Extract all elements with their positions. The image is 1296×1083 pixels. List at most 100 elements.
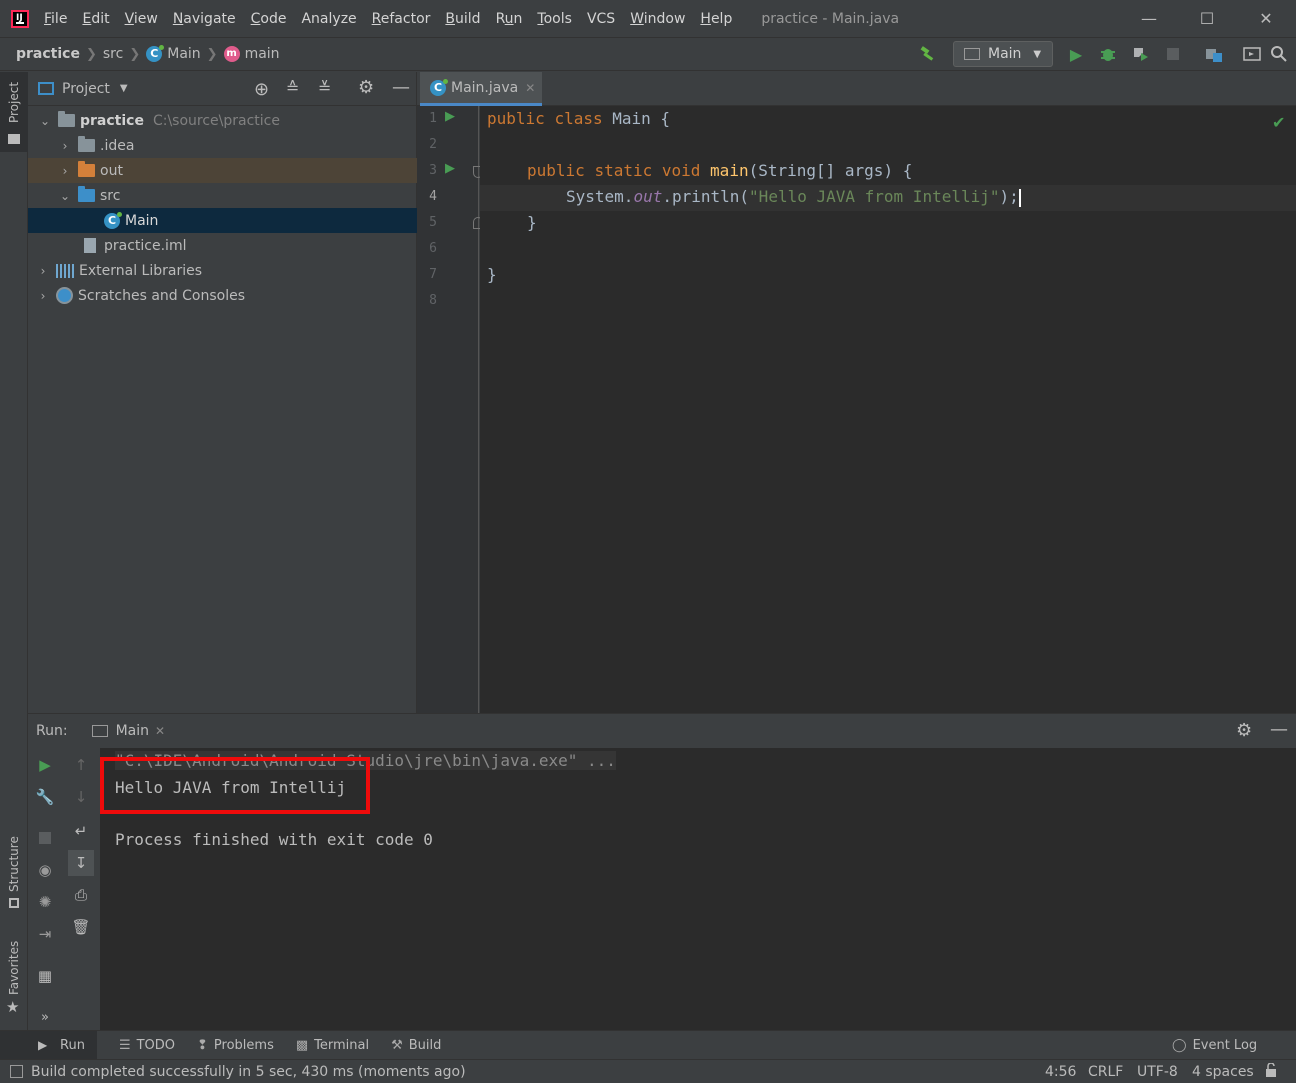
run-config-label: Main bbox=[988, 46, 1022, 62]
close-tab-icon[interactable]: ✕ bbox=[525, 81, 535, 95]
tab-main-java[interactable]: C Main.java ✕ bbox=[420, 72, 542, 106]
project-view-select[interactable]: Project bbox=[62, 81, 110, 97]
status-message[interactable]: Build completed successfully in 5 sec, 4… bbox=[31, 1064, 466, 1080]
menu-build[interactable]: Build bbox=[445, 11, 480, 27]
breadcrumb-main-method[interactable]: m main bbox=[223, 46, 280, 62]
method-icon: m bbox=[223, 46, 240, 62]
menu-refactor[interactable]: Refactor bbox=[372, 11, 431, 27]
print-icon[interactable]: ⎙ bbox=[70, 884, 92, 906]
menu-help[interactable]: Help bbox=[700, 11, 732, 27]
bottom-tab-build[interactable]: ⚒ Build bbox=[391, 1038, 441, 1053]
list-icon: ☰ bbox=[118, 1037, 131, 1053]
stop-icon[interactable] bbox=[1162, 43, 1184, 65]
build-hammer-icon[interactable] bbox=[917, 43, 939, 65]
trash-icon[interactable]: 🗑 bbox=[70, 916, 92, 938]
line-separator[interactable]: CRLF bbox=[1088, 1064, 1123, 1080]
chevron-down-icon[interactable]: ▼ bbox=[120, 83, 128, 94]
tree-item-practice[interactable]: ⌄ practice C:\source\practice bbox=[28, 108, 417, 133]
arrow-up-icon[interactable]: ↑ bbox=[70, 754, 92, 776]
tree-item-idea[interactable]: › .idea bbox=[28, 133, 417, 158]
presentation-icon[interactable] bbox=[1241, 43, 1263, 65]
run-gutter-icon[interactable]: ▶ bbox=[445, 161, 455, 176]
locate-crosshair-icon[interactable]: ⊕ bbox=[254, 79, 269, 100]
mute-breakpoints-icon[interactable]: ✺ bbox=[34, 891, 56, 913]
run-config-icon bbox=[91, 725, 108, 737]
breadcrumb-practice[interactable]: practice bbox=[16, 46, 80, 62]
rerun-icon[interactable]: ▶ bbox=[34, 754, 56, 776]
chevron-down-icon[interactable]: ⌄ bbox=[58, 189, 72, 203]
run-tab-main[interactable]: Main bbox=[116, 723, 149, 739]
hide-panel-icon[interactable]: — bbox=[392, 77, 410, 98]
layout-icon[interactable]: ▦ bbox=[34, 965, 56, 987]
favorites-tool-tab[interactable]: Favorites bbox=[0, 938, 28, 998]
tree-item-main[interactable]: C Main bbox=[28, 208, 417, 233]
line-number: 7 bbox=[429, 267, 437, 282]
collapse-all-icon[interactable]: ≚ bbox=[318, 78, 331, 97]
menu-view[interactable]: View bbox=[125, 11, 158, 27]
search-icon[interactable] bbox=[1268, 43, 1290, 65]
structure-tool-tab[interactable]: Structure bbox=[0, 834, 28, 894]
arrow-down-icon[interactable]: ↓ bbox=[70, 786, 92, 808]
menu-run[interactable]: Run bbox=[496, 11, 523, 27]
gear-icon[interactable]: ⚙ bbox=[358, 77, 374, 98]
status-panel-toggle-icon[interactable] bbox=[10, 1065, 23, 1078]
file-encoding[interactable]: UTF-8 bbox=[1137, 1064, 1178, 1080]
expand-all-icon[interactable]: ≙ bbox=[286, 78, 299, 97]
menu-file[interactable]: File bbox=[44, 11, 67, 27]
run-gutter-icon[interactable]: ▶ bbox=[445, 109, 455, 124]
stop-icon[interactable] bbox=[34, 827, 56, 849]
tree-item-label: practice bbox=[80, 112, 144, 129]
camera-icon[interactable]: ◉ bbox=[34, 859, 56, 881]
menu-analyze[interactable]: Analyze bbox=[301, 11, 356, 27]
caret-position[interactable]: 4:56 bbox=[1045, 1064, 1076, 1080]
scratches-icon bbox=[56, 287, 73, 304]
menu-navigate[interactable]: Navigate bbox=[173, 11, 236, 27]
menu-code[interactable]: Code bbox=[251, 11, 287, 27]
chevron-right-icon[interactable]: › bbox=[58, 164, 72, 178]
chevron-right-icon[interactable]: › bbox=[36, 289, 50, 303]
project-structure-icon[interactable] bbox=[1203, 43, 1225, 65]
info-icon: ❢ bbox=[197, 1037, 208, 1053]
coverage-icon[interactable] bbox=[1129, 43, 1151, 65]
bottom-tab-problems[interactable]: ❢ Problems bbox=[197, 1038, 274, 1053]
tree-item-src[interactable]: ⌄ src bbox=[28, 183, 417, 208]
menu-tools[interactable]: Tools bbox=[537, 11, 572, 27]
minimize-icon[interactable]: — bbox=[1120, 0, 1178, 37]
bottom-tab-todo[interactable]: ☰ TODO bbox=[119, 1038, 175, 1053]
bottom-tab-run[interactable]: ▶ Run bbox=[0, 1031, 97, 1059]
project-tool-tab[interactable]: Project bbox=[0, 72, 28, 152]
chevron-right-icon[interactable]: › bbox=[36, 264, 50, 278]
wrench-icon[interactable]: 🔧 bbox=[34, 786, 56, 808]
bottom-tab-event-log[interactable]: ◯ Event Log bbox=[1172, 1038, 1257, 1053]
debug-bug-icon[interactable] bbox=[1097, 43, 1119, 65]
hide-panel-icon[interactable]: — bbox=[1270, 719, 1288, 740]
menu-window[interactable]: Window bbox=[630, 11, 685, 27]
bottom-tab-label: TODO bbox=[136, 1037, 176, 1053]
soft-wrap-icon[interactable]: ↵ bbox=[70, 820, 92, 842]
maximize-icon[interactable]: ☐ bbox=[1178, 0, 1236, 37]
close-tab-icon[interactable]: ✕ bbox=[155, 724, 165, 738]
tree-item-label: Scratches and Consoles bbox=[78, 287, 245, 304]
tree-item-out[interactable]: › out bbox=[28, 158, 417, 183]
menu-vcs[interactable]: VCS bbox=[587, 11, 615, 27]
gear-icon[interactable]: ⚙ bbox=[1236, 720, 1252, 741]
tree-item-practice-iml[interactable]: practice.iml bbox=[28, 233, 417, 258]
unlock-icon[interactable] bbox=[1265, 1062, 1277, 1077]
tree-item-external-libraries[interactable]: › External Libraries bbox=[28, 258, 417, 283]
breadcrumb-src[interactable]: src bbox=[103, 46, 123, 62]
breadcrumb-main-class[interactable]: C Main bbox=[146, 45, 201, 62]
chevron-right-icon[interactable]: › bbox=[58, 139, 72, 153]
run-configuration-select[interactable]: Main ▼ bbox=[953, 41, 1053, 67]
inspection-ok-check-icon[interactable]: ✔ bbox=[1272, 113, 1285, 132]
menu-edit[interactable]: Edit bbox=[82, 11, 109, 27]
bottom-tab-terminal[interactable]: ▩ Terminal bbox=[296, 1038, 369, 1053]
exit-icon[interactable]: ⇥ bbox=[34, 923, 56, 945]
more-icon[interactable]: » bbox=[34, 1006, 56, 1028]
scroll-to-end-icon[interactable]: ↧ bbox=[68, 850, 94, 876]
code-editor[interactable]: public class Main { public static void m… bbox=[480, 106, 1296, 713]
indent-setting[interactable]: 4 spaces bbox=[1192, 1064, 1254, 1080]
close-icon[interactable]: ✕ bbox=[1237, 0, 1295, 37]
run-icon[interactable]: ▶ bbox=[1065, 43, 1087, 65]
tree-item-scratches[interactable]: › Scratches and Consoles bbox=[28, 283, 417, 308]
chevron-down-icon[interactable]: ⌄ bbox=[38, 114, 52, 128]
